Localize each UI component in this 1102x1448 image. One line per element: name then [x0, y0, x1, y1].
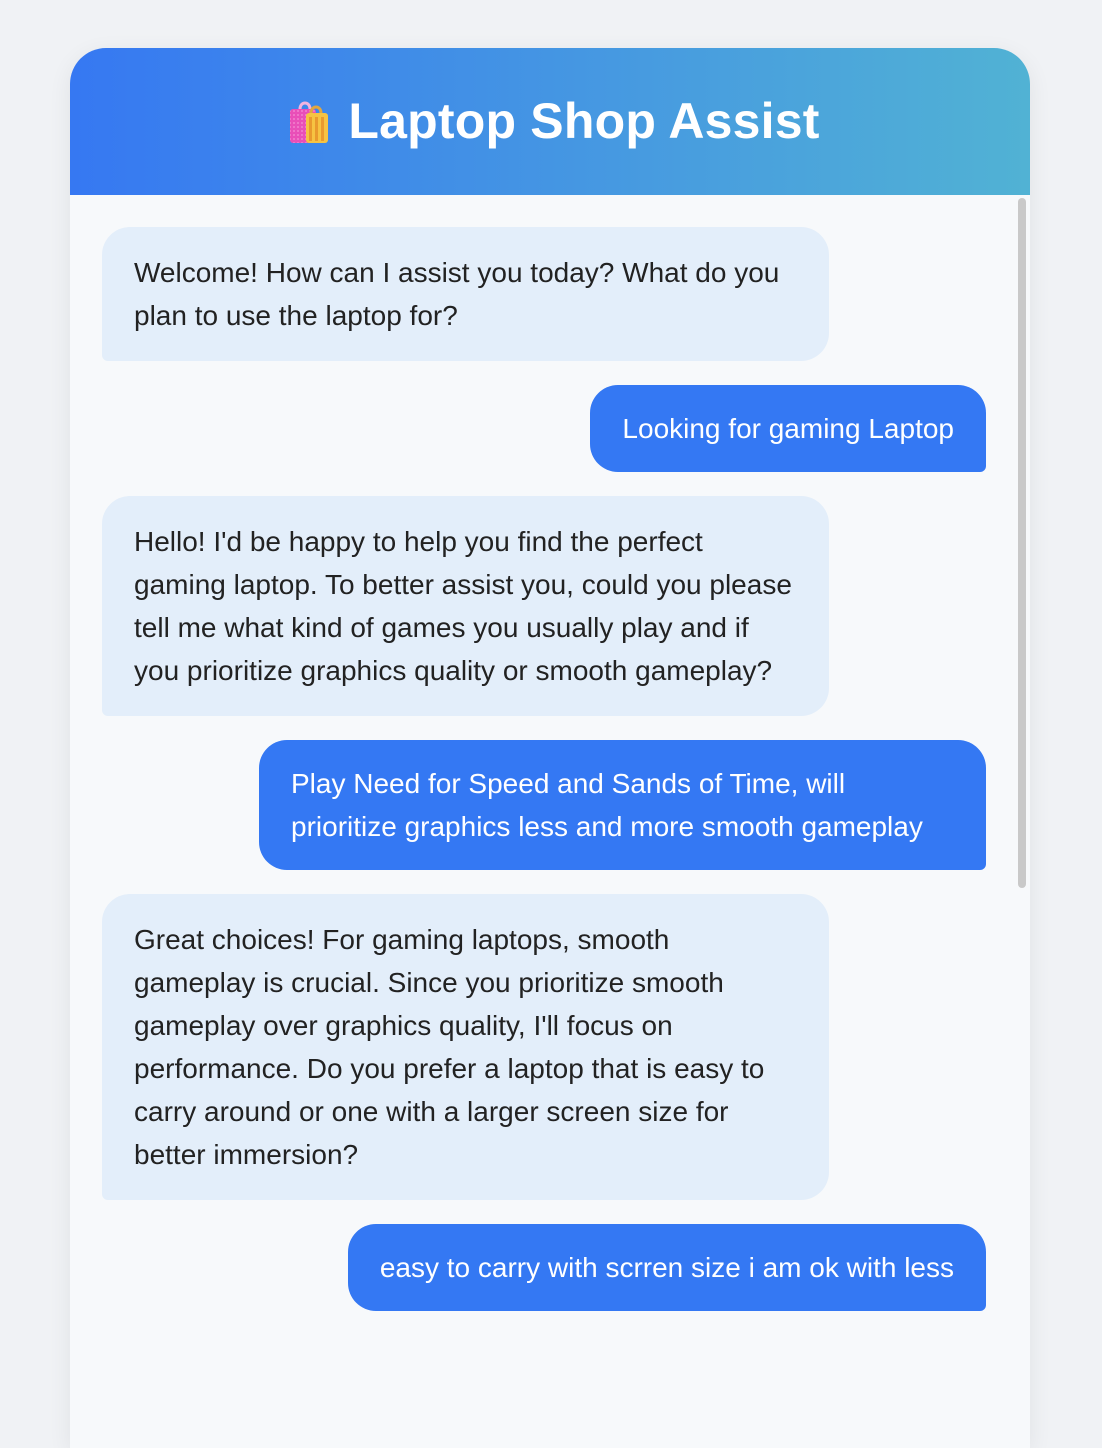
chat-window: Laptop Shop Assist Welcome! How can I as…: [70, 48, 1030, 1448]
user-message-bubble: Looking for gaming Laptop: [590, 385, 986, 472]
user-message-row: easy to carry with scrren size i am ok w…: [102, 1224, 986, 1311]
bot-message-row: Great choices! For gaming laptops, smoot…: [102, 894, 986, 1200]
chat-header: Laptop Shop Assist: [70, 48, 1030, 195]
bot-message-row: Welcome! How can I assist you today? Wha…: [102, 227, 986, 361]
user-message-bubble: easy to carry with scrren size i am ok w…: [347, 1224, 986, 1311]
user-message-row: Looking for gaming Laptop: [102, 385, 986, 472]
bot-message-bubble: Great choices! For gaming laptops, smoot…: [102, 894, 829, 1200]
scrollbar[interactable]: [1014, 195, 1030, 1448]
bot-message-bubble: Welcome! How can I assist you today? Wha…: [102, 227, 829, 361]
page-title: Laptop Shop Assist: [348, 92, 820, 149]
bot-message-row: Hello! I'd be happy to help you find the…: [102, 496, 986, 716]
bot-message-bubble: Hello! I'd be happy to help you find the…: [102, 496, 829, 716]
shopping-bags-icon: [280, 93, 336, 149]
message-list: Welcome! How can I assist you today? Wha…: [70, 195, 1030, 1448]
scrollbar-thumb[interactable]: [1018, 198, 1026, 888]
user-message-bubble: Play Need for Speed and Sands of Time, w…: [259, 740, 986, 870]
header-title-group: Laptop Shop Assist: [280, 92, 819, 150]
user-message-row: Play Need for Speed and Sands of Time, w…: [102, 740, 986, 870]
